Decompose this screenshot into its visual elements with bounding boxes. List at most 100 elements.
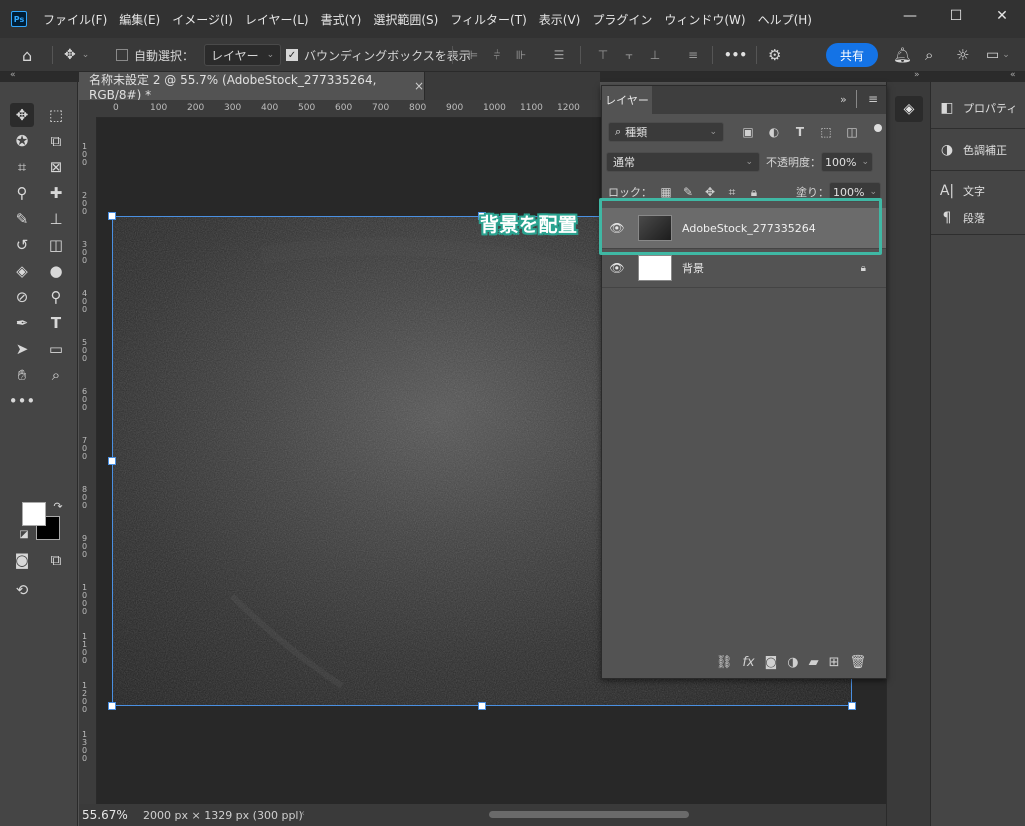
bell-icon[interactable]: 🔔︎ <box>893 38 912 72</box>
eyedropper-tool-icon[interactable]: ⚲ <box>10 181 34 205</box>
horizontal-scrollbar[interactable]: ‹ <box>301 808 854 821</box>
menu-file[interactable]: ファイル(F) <box>37 11 113 28</box>
dock-adjustments[interactable]: ◑ 色調補正 <box>931 136 1025 164</box>
gear-icon[interactable]: ⚙ <box>768 38 781 72</box>
collapse-mid-icon[interactable]: » <box>914 70 920 80</box>
scrollbar-thumb[interactable] <box>489 811 689 818</box>
distribute-icon[interactable]: ☰ <box>552 48 566 62</box>
bounding-box-option[interactable]: ✓ バウンディングボックスを表示 <box>286 38 471 72</box>
pixel-filter-icon[interactable]: ▣ <box>738 125 758 139</box>
adjustment-filter-icon[interactable]: ◐ <box>764 125 784 139</box>
type-filter-icon[interactable]: T <box>790 125 810 139</box>
quick-selection-tool-icon[interactable]: ✪ <box>10 129 34 153</box>
auto-select-checkbox[interactable] <box>116 49 128 61</box>
search-icon[interactable]: ⌕ <box>925 38 933 72</box>
blur-tool-icon[interactable]: ● <box>44 259 68 283</box>
paint-bucket-tool-icon[interactable]: ◈ <box>10 259 34 283</box>
maximize-button[interactable]: ☐ <box>933 0 979 32</box>
brush-tool-icon[interactable]: ✎ <box>10 207 34 231</box>
hand-tool-icon[interactable]: ✋︎ <box>10 363 34 387</box>
lock-image-icon[interactable]: ✎ <box>678 185 698 199</box>
blend-mode-dropdown[interactable]: 通常 ⌄ <box>606 152 760 172</box>
kind-filter-dropdown[interactable]: ⌕ 種類 ⌄ <box>608 122 724 142</box>
close-button[interactable]: ✕ <box>979 0 1025 32</box>
menu-select[interactable]: 選択範囲(S) <box>367 11 444 28</box>
align-bottom-icon[interactable]: ⊥ <box>648 48 662 62</box>
collapse-right-icon[interactable]: « <box>1010 70 1016 80</box>
object-selection-tool-icon[interactable]: ⧉ <box>44 129 68 153</box>
share-button[interactable]: 共有 <box>826 43 878 67</box>
new-group-icon[interactable]: ▰ <box>809 655 819 670</box>
bounding-box-checkbox[interactable]: ✓ <box>286 49 298 61</box>
menu-image[interactable]: イメージ(I) <box>166 11 239 28</box>
eraser-tool-icon[interactable]: ◫ <box>44 233 68 257</box>
auto-select-target[interactable]: レイヤー ⌄ <box>204 38 282 72</box>
frame-tool-icon[interactable]: ⊠ <box>44 155 68 179</box>
rectangle-tool-icon[interactable]: ▭ <box>44 337 68 361</box>
transform-handle-top-left[interactable] <box>108 212 116 220</box>
move-tool-icon[interactable]: ✥ <box>10 103 34 127</box>
close-tab-icon[interactable]: × <box>414 79 424 93</box>
lock-position-icon[interactable]: ✥ <box>700 185 720 199</box>
zoom-level-field[interactable]: 55.67% <box>79 808 131 822</box>
add-mask-icon[interactable]: ◙ <box>765 655 778 670</box>
collapse-left-icon[interactable]: « <box>10 70 16 80</box>
transform-handle-bottom-right[interactable] <box>848 702 856 710</box>
lock-transparent-icon[interactable]: ▦ <box>656 185 676 199</box>
history-brush-tool-icon[interactable]: ↺ <box>10 233 34 257</box>
zoom-tool-icon[interactable]: ⌕ <box>44 363 68 387</box>
minimize-button[interactable]: — <box>887 0 933 32</box>
delete-layer-icon[interactable]: 🗑︎ <box>849 655 866 670</box>
more-tools-icon[interactable] <box>10 415 34 439</box>
transform-handle-bottom-left[interactable] <box>108 702 116 710</box>
vertical-ruler[interactable]: 1 0 0 2 0 0 3 0 0 4 0 0 5 0 0 6 0 0 7 0 … <box>79 118 97 804</box>
new-layer-icon[interactable]: ⊞ <box>829 655 840 670</box>
menu-window[interactable]: ウィンドウ(W) <box>658 11 751 28</box>
workspace-icon[interactable]: ▭ ⌄ <box>986 38 1010 72</box>
shape-filter-icon[interactable]: ⬚ <box>816 125 836 139</box>
menu-type[interactable]: 書式(Y) <box>315 11 368 28</box>
distribute-vertical-icon[interactable]: ≡ <box>686 48 700 62</box>
transform-handle-bottom[interactable] <box>478 702 486 710</box>
auto-select-option[interactable]: 自動選択： <box>116 38 194 72</box>
dock-character[interactable]: A| 文字 <box>931 177 1025 205</box>
align-horizontal-center-icon[interactable]: ⫩ <box>490 48 504 62</box>
eye-icon[interactable]: 👁︎ <box>602 261 632 275</box>
swap-colors-icon[interactable]: ↷ <box>50 498 66 514</box>
dock-paragraph[interactable]: ¶ 段落 <box>931 204 1025 232</box>
move-tool-preset-icon[interactable]: ✥ ⌄ <box>64 38 89 72</box>
pen-tool-icon[interactable]: ✒ <box>10 311 34 335</box>
clone-stamp-tool-icon[interactable]: ⊥ <box>44 207 68 231</box>
align-right-icon[interactable]: ⊪ <box>514 48 528 62</box>
menu-view[interactable]: 表示(V) <box>533 11 587 28</box>
document-info[interactable]: 2000 px × 1329 px (300 ppl) <box>143 809 303 822</box>
align-top-icon[interactable]: ⊤ <box>596 48 610 62</box>
dock-properties[interactable]: ◧ プロパティ <box>931 94 1025 122</box>
path-selection-tool-icon[interactable]: ➤ <box>10 337 34 361</box>
tab-layers[interactable]: レイヤー <box>602 86 652 114</box>
new-adjustment-layer-icon[interactable]: ◑ <box>787 655 798 670</box>
dodge-tool-icon[interactable]: ⊘ <box>10 285 34 309</box>
filter-toggle[interactable] <box>874 124 882 132</box>
healing-brush-tool-icon[interactable]: ✚ <box>44 181 68 205</box>
menu-edit[interactable]: 編集(E) <box>113 11 166 28</box>
edit-toolbar-icon[interactable]: ••• <box>9 389 36 413</box>
transform-handle-left[interactable] <box>108 457 116 465</box>
align-vertical-center-icon[interactable]: ⫟ <box>622 48 636 62</box>
default-colors-icon[interactable]: ◪ <box>16 526 32 542</box>
lightbulb-icon[interactable]: ☼ <box>956 38 969 72</box>
screen-mode-icon[interactable]: ⧉ <box>44 548 68 572</box>
layers-panel-icon[interactable]: ◈ <box>895 96 923 122</box>
align-left-icon[interactable]: ⊫ <box>466 48 480 62</box>
layer-style-icon[interactable]: fx <box>742 655 754 670</box>
link-layers-icon[interactable]: ⛓ <box>716 655 733 670</box>
menu-filter[interactable]: フィルター(T) <box>444 11 532 28</box>
smart-object-filter-icon[interactable]: ◫ <box>842 125 862 139</box>
more-options-button[interactable]: ••• <box>724 38 747 72</box>
zoom-magnifier-tool-icon[interactable]: ⚲ <box>44 285 68 309</box>
scroll-left-icon[interactable]: ‹ <box>301 808 305 819</box>
home-icon[interactable]: ⌂ <box>22 38 32 72</box>
document-tab[interactable]: 名称未設定 2 @ 55.7% (AdobeStock_277335264, R… <box>79 72 425 102</box>
expand-panel-icon[interactable]: » <box>840 93 847 106</box>
menu-plugins[interactable]: プラグイン <box>586 11 658 28</box>
